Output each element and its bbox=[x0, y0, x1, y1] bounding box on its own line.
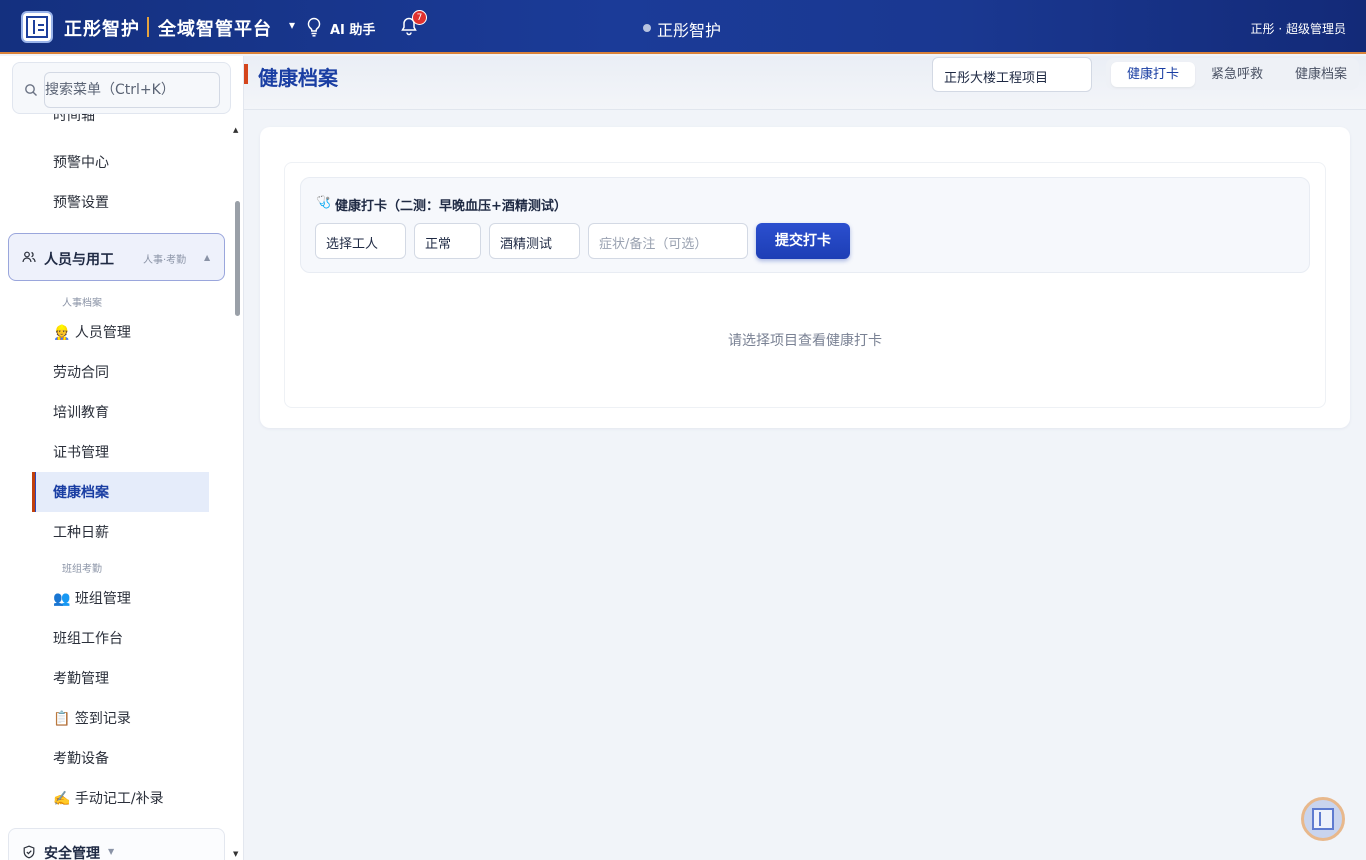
status-dot bbox=[643, 24, 651, 32]
brand-name: 正彤智护 bbox=[64, 19, 140, 40]
app-logo[interactable] bbox=[21, 11, 53, 43]
sidebar-group-sublabel: 人事·考勤 bbox=[143, 255, 187, 266]
tab-emergency-call[interactable]: 紧急呼救 bbox=[1198, 62, 1276, 87]
notification-badge: 7 bbox=[412, 10, 427, 25]
floating-assistant-button[interactable] bbox=[1301, 797, 1345, 841]
sidebar-item-health-records-label: 健康档案 bbox=[53, 485, 109, 501]
sidebar-item-team-workbench[interactable]: 班组工作台 bbox=[53, 628, 123, 648]
sidebar-scrollbar-thumb[interactable] bbox=[235, 201, 240, 316]
sidebar-item-personnel[interactable]: 👷 人员管理 bbox=[53, 322, 131, 342]
status-select[interactable]: 正常 bbox=[414, 223, 481, 259]
sidebar: ▲ ▼ 时间轴 预警中心 预警设置 人员与用工 人事·考勤 ▲ 人事档案 👷 人… bbox=[0, 56, 244, 860]
platform-name: 全域智管平台 bbox=[158, 19, 272, 40]
shield-icon bbox=[23, 845, 35, 859]
top-header: 正彤智护 全域智管平台 ▾ AI 助手 7 正彤智护 正彤 · 超级管理员 bbox=[0, 0, 1366, 54]
users-icon bbox=[22, 251, 36, 263]
sidebar-item-manual-entry[interactable]: ✍️ 手动记工/补录 bbox=[53, 788, 164, 808]
sidebar-item-contracts[interactable]: 劳动合同 bbox=[53, 362, 109, 382]
assistant-logo-icon bbox=[1312, 808, 1334, 830]
platform-dropdown-caret-icon[interactable]: ▾ bbox=[289, 18, 295, 32]
sidebar-group-safety-label: 安全管理 bbox=[44, 846, 100, 860]
page-title: 健康档案 bbox=[258, 66, 338, 90]
sidebar-item-daily-wage[interactable]: 工种日薪 bbox=[53, 522, 109, 542]
tab-health-checkin[interactable]: 健康打卡 bbox=[1111, 62, 1195, 87]
center-title: 正彤智护 bbox=[657, 21, 722, 40]
empty-state-text: 请选择项目查看健康打卡 bbox=[728, 333, 882, 349]
stethoscope-icon: 🩺 bbox=[316, 195, 331, 209]
tab-health-records[interactable]: 健康档案 bbox=[1282, 62, 1360, 87]
user-menu[interactable]: 正彤 · 超级管理员 bbox=[1251, 20, 1346, 37]
sidebar-group-label: 人员与用工 bbox=[44, 252, 114, 268]
lightbulb-icon[interactable] bbox=[306, 17, 322, 37]
sidebar-item-checkin-records[interactable]: 📋 签到记录 bbox=[53, 708, 131, 728]
scroll-up-arrow-icon[interactable]: ▲ bbox=[233, 126, 238, 134]
title-accent-bar bbox=[244, 64, 248, 84]
brand-separator bbox=[147, 17, 149, 37]
expand-caret-icon[interactable]: ▼ bbox=[108, 847, 114, 856]
active-indicator bbox=[32, 472, 35, 512]
sidebar-item-training[interactable]: 培训教育 bbox=[53, 402, 109, 422]
sidebar-item-alert-center[interactable]: 预警中心 bbox=[53, 152, 109, 172]
search-icon bbox=[25, 84, 37, 96]
project-select[interactable]: 正彤大楼工程项目 bbox=[932, 57, 1092, 92]
sidebar-item-certificates[interactable]: 证书管理 bbox=[53, 442, 109, 462]
sidebar-item-team-management[interactable]: 👥 班组管理 bbox=[53, 588, 131, 608]
test-type-select[interactable]: 酒精测试 bbox=[489, 223, 580, 259]
sidebar-item-attendance-devices[interactable]: 考勤设备 bbox=[53, 748, 109, 768]
sidebar-item-timeline[interactable]: 时间轴 bbox=[53, 114, 95, 128]
menu-search-input[interactable] bbox=[44, 72, 220, 108]
note-input[interactable]: 症状/备注（可选） bbox=[588, 223, 748, 259]
sidebar-section-hr: 人事档案 bbox=[62, 298, 102, 309]
worker-select[interactable]: 选择工人 bbox=[315, 223, 406, 259]
checkin-form-title: 健康打卡（二测：早晚血压+酒精测试） bbox=[335, 199, 567, 214]
sidebar-item-attendance[interactable]: 考勤管理 bbox=[53, 668, 109, 688]
sidebar-group-personnel[interactable] bbox=[8, 233, 225, 281]
scroll-down-arrow-icon[interactable]: ▼ bbox=[233, 850, 238, 858]
submit-checkin-button[interactable]: 提交打卡 bbox=[756, 223, 850, 259]
sidebar-item-alert-settings[interactable]: 预警设置 bbox=[53, 192, 109, 212]
sidebar-section-teams: 班组考勤 bbox=[62, 564, 102, 575]
collapse-caret-icon[interactable]: ▲ bbox=[204, 253, 210, 262]
sidebar-group-safety[interactable] bbox=[8, 828, 225, 860]
ai-assistant-button[interactable]: AI 助手 bbox=[330, 19, 375, 38]
